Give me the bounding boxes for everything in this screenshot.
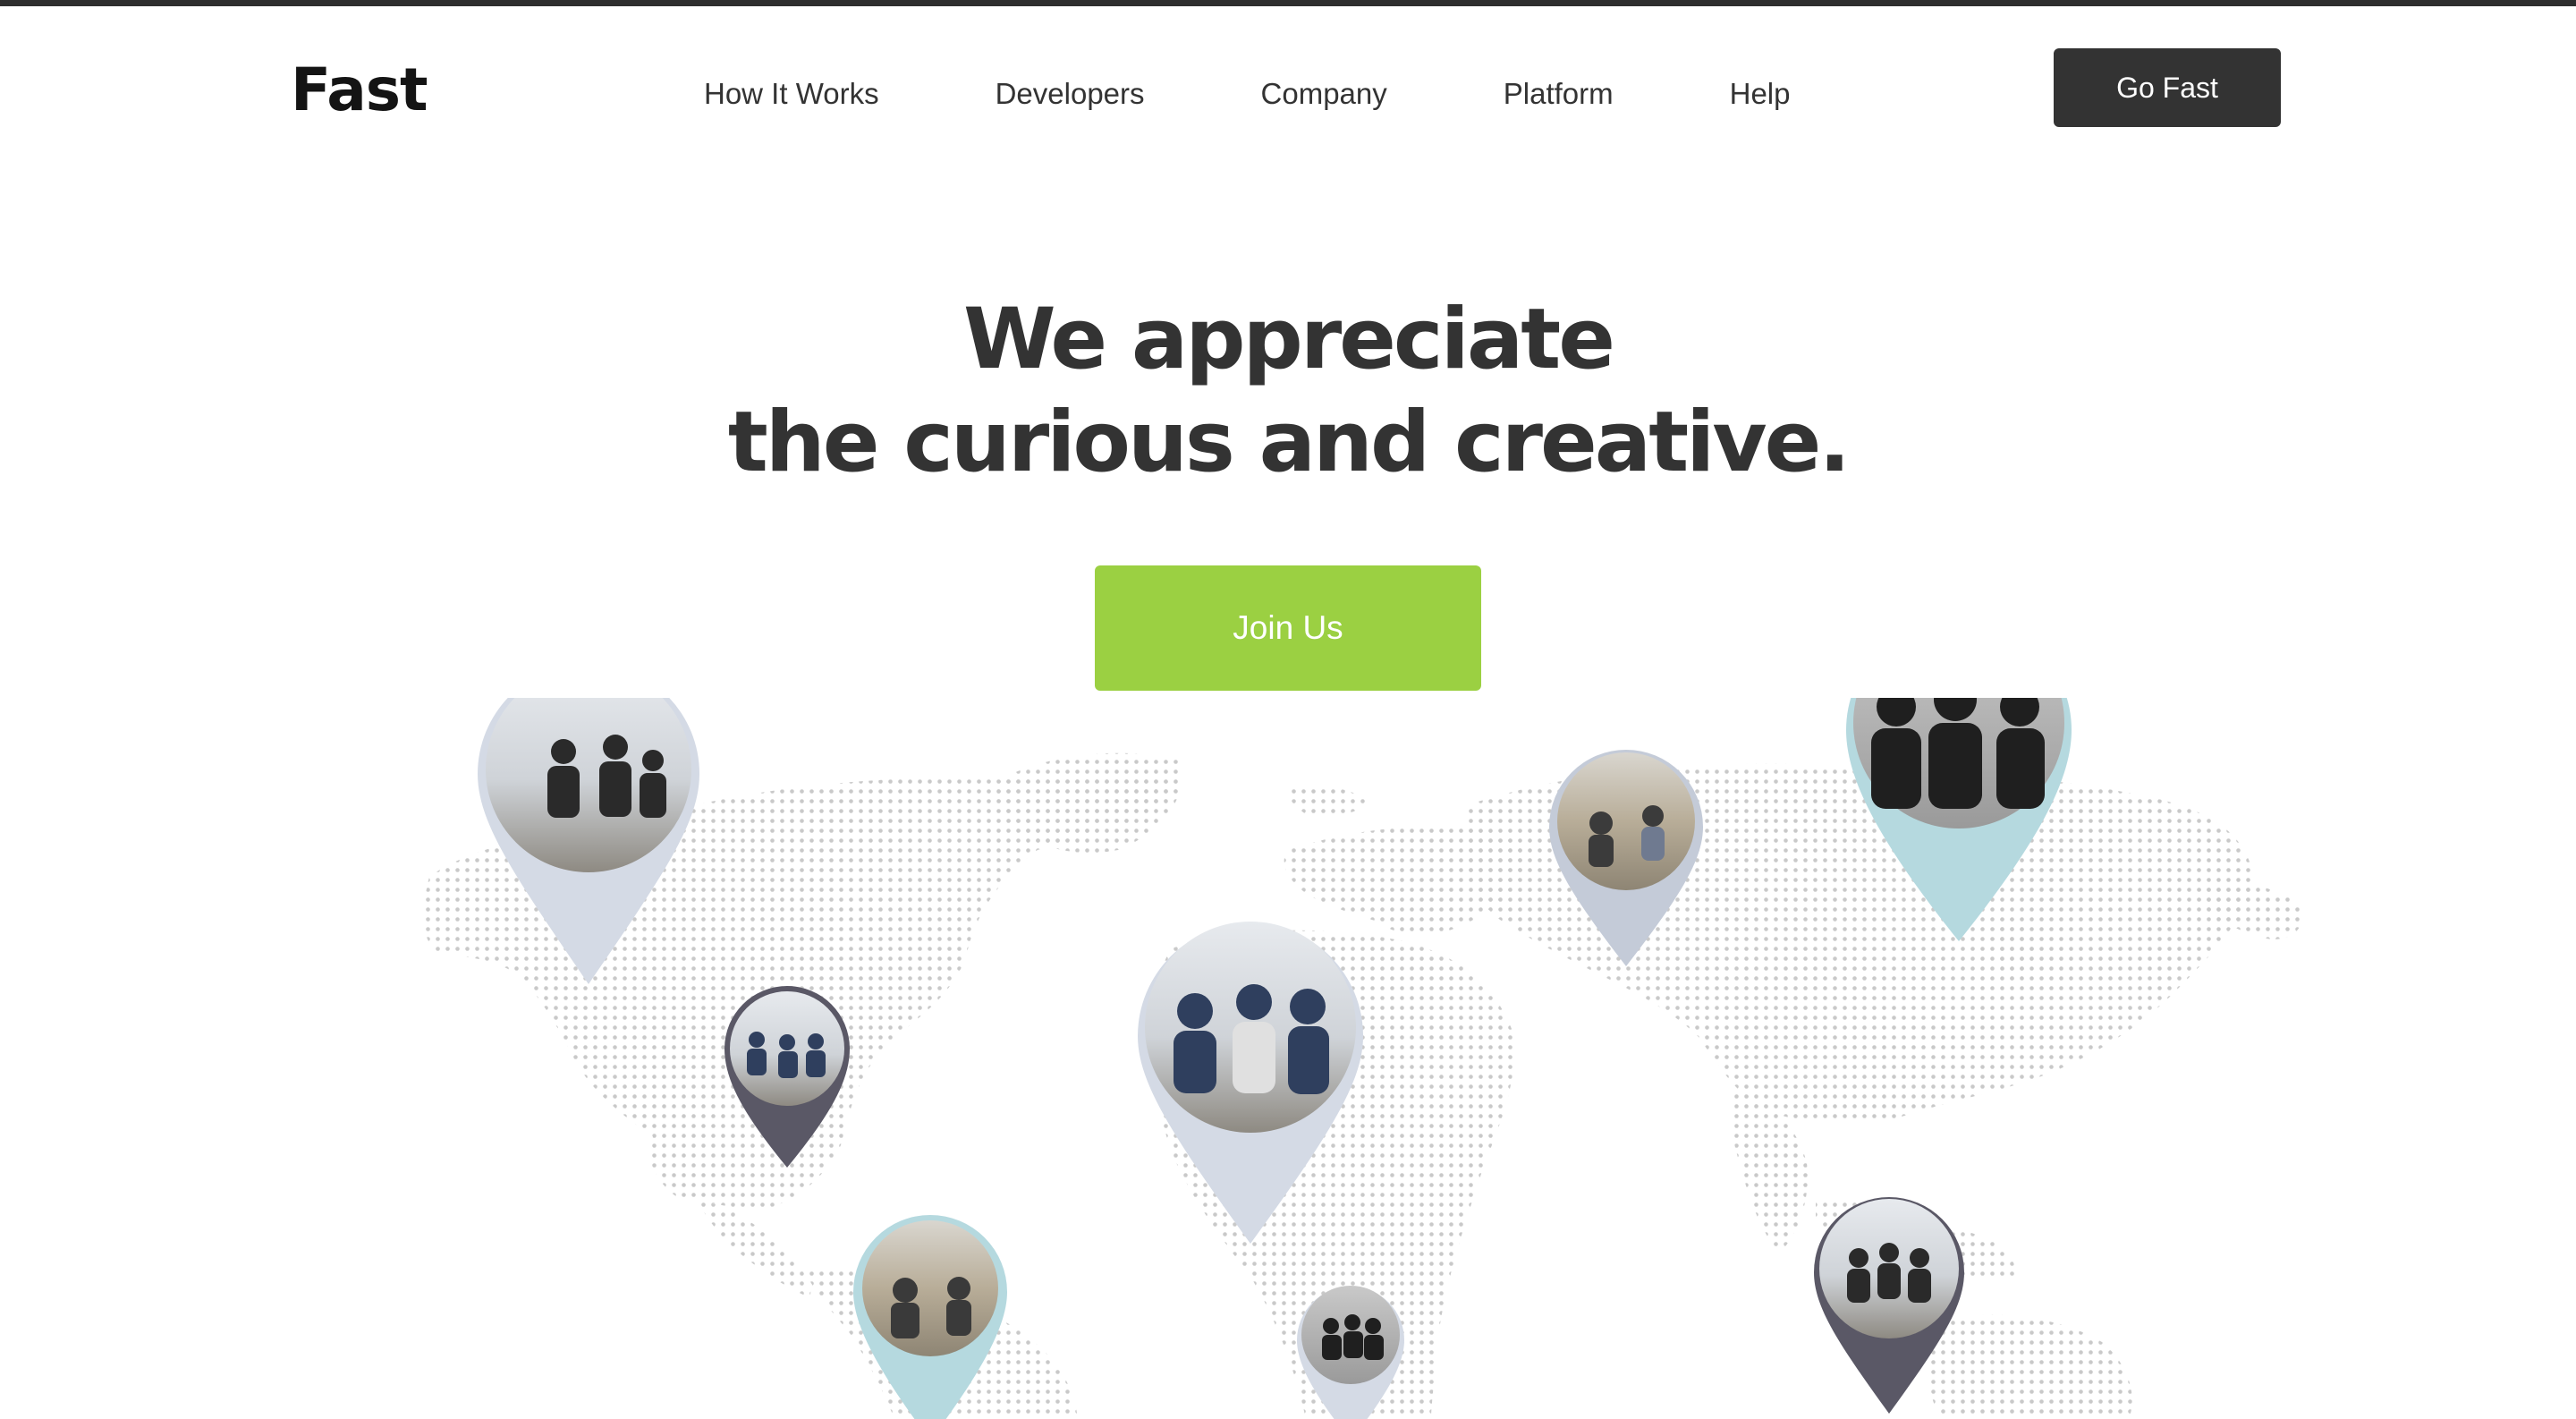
nav-developers[interactable]: Developers — [996, 77, 1145, 111]
hero-title: We appreciate the curious and creative. — [0, 288, 2576, 494]
world-map-svg — [423, 698, 2302, 1419]
go-fast-button[interactable]: Go Fast — [2054, 48, 2281, 127]
hero-title-line-1: We appreciate — [963, 291, 1615, 388]
nav-company[interactable]: Company — [1261, 77, 1387, 111]
top-border-bar — [0, 0, 2576, 6]
main-nav: How It Works Developers Company Platform… — [704, 69, 1791, 119]
nav-platform[interactable]: Platform — [1504, 77, 1614, 111]
logo[interactable]: Fast — [291, 55, 428, 124]
hero-title-line-2: the curious and creative. — [727, 394, 1851, 491]
nav-how-it-works[interactable]: How It Works — [704, 77, 879, 111]
nav-help[interactable]: Help — [1730, 77, 1791, 111]
site-header: Fast How It Works Developers Company Pla… — [0, 6, 2576, 167]
join-us-button[interactable]: Join Us — [1095, 565, 1481, 691]
world-map-illustration — [0, 698, 2576, 1419]
